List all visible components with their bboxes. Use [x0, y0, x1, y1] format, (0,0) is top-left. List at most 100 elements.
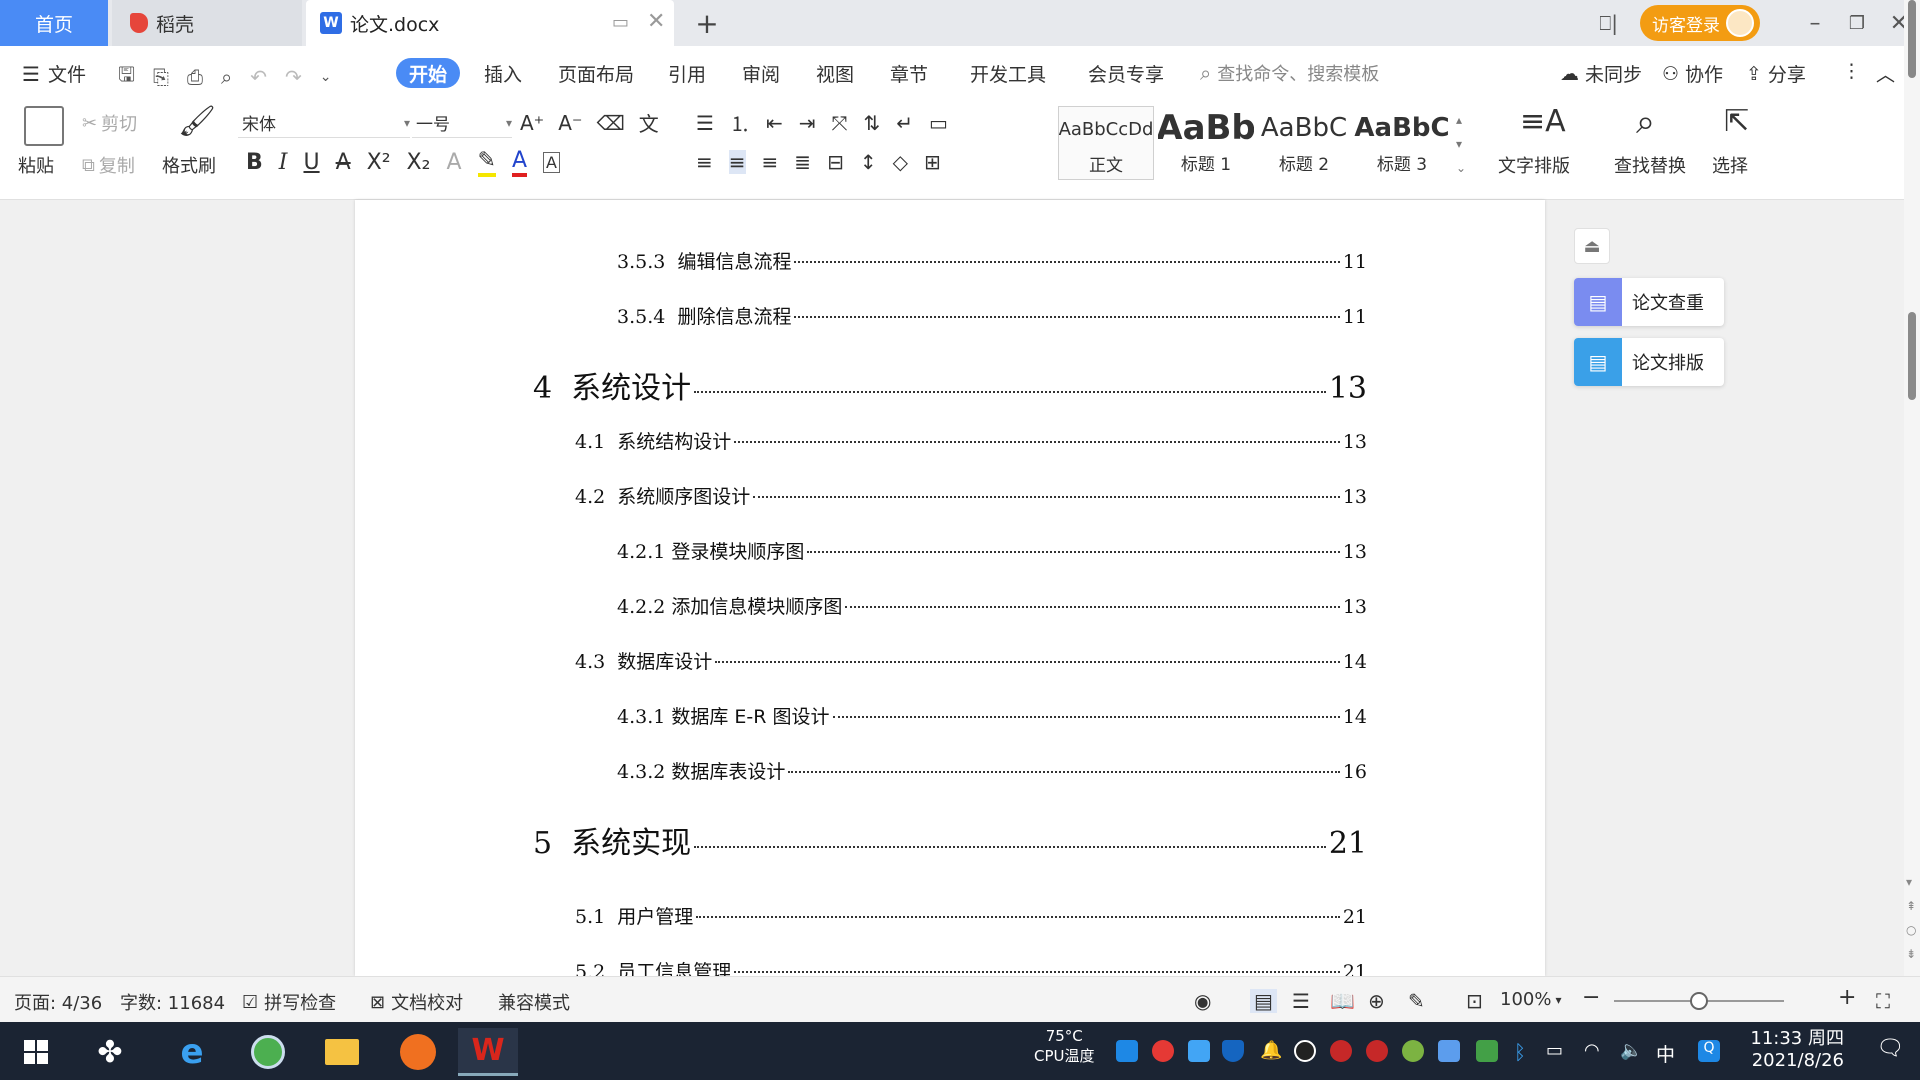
notification-icon[interactable]: 🗨 [1876, 1036, 1904, 1061]
superscript-icon[interactable]: X² [367, 150, 391, 175]
format-painter-button[interactable]: 格式刷 [162, 152, 216, 178]
tab-view[interactable]: 视图 [816, 60, 854, 87]
redo-icon[interactable]: ↷ [285, 65, 302, 89]
web-view-icon[interactable]: ⊕ [1368, 989, 1385, 1013]
clock[interactable]: 11:33 周四 2021/8/26 [1750, 1028, 1844, 1072]
style-normal[interactable]: AaBbCcDd 正文 [1058, 106, 1154, 180]
find-replace-button[interactable]: 查找替换 [1614, 152, 1686, 178]
toc-entry[interactable]: 5 系统实现 21 [533, 818, 1367, 862]
select-button[interactable]: 选择 [1712, 152, 1748, 178]
new-tab-button[interactable]: + [690, 6, 724, 40]
tab-developer[interactable]: 开发工具 [970, 60, 1046, 87]
align-center-icon[interactable]: ≡ [728, 150, 746, 174]
borders-icon[interactable]: ⊞ [924, 150, 941, 174]
eye-protect-icon[interactable]: ◉ [1194, 989, 1211, 1013]
font-family-select[interactable]: 宋体 ▾ [238, 108, 410, 138]
cut-button[interactable]: ✂ 剪切 [82, 110, 137, 136]
layout-icon[interactable]: ⎕| [1599, 11, 1618, 35]
fit-page-icon[interactable]: ⊡ [1466, 989, 1483, 1013]
increase-font-icon[interactable]: A⁺ [520, 111, 544, 135]
outline-view-icon[interactable]: ☰ [1292, 989, 1310, 1013]
align-left-icon[interactable]: ≡ [696, 150, 713, 174]
collapse-panel-icon[interactable]: ⏏ [1574, 228, 1610, 264]
sync-status[interactable]: ☁ 未同步 [1560, 60, 1642, 87]
fullscreen-icon[interactable]: ⛶ [1876, 989, 1890, 1013]
gallery-scroll[interactable]: ▴ ▾ ⌄ [1456, 108, 1466, 180]
battery-icon[interactable]: ▭ [1546, 1040, 1568, 1062]
volume-icon[interactable]: 🔈 [1620, 1040, 1642, 1062]
tray-app-icon[interactable] [1438, 1040, 1460, 1062]
tray-app-icon[interactable] [1188, 1040, 1210, 1062]
customize-chevron-icon[interactable]: ⌄ [320, 69, 332, 85]
undo-icon[interactable]: ↶ [250, 65, 267, 89]
cursor-icon[interactable]: ⇱ [1724, 104, 1749, 139]
toc-entry[interactable]: 4.2.2 添加信息模块顺序图 13 [617, 592, 1367, 619]
minimize-icon[interactable]: – [1794, 11, 1836, 36]
phonetic-icon[interactable]: 文 [639, 108, 659, 137]
show-marks-icon[interactable]: ↵ [896, 111, 913, 135]
justify-icon[interactable]: ≣ [794, 150, 811, 174]
zoom-slider[interactable] [1614, 992, 1784, 1010]
save-icon[interactable]: 🖫 [118, 60, 135, 94]
wps-taskbar-icon[interactable]: W [458, 1028, 518, 1076]
export-icon[interactable]: ⎘ [153, 65, 169, 89]
tray-app-icon[interactable] [1330, 1040, 1352, 1062]
clear-format-icon[interactable]: ⌫ [597, 111, 625, 135]
decrease-indent-icon[interactable]: ⇤ [766, 111, 783, 135]
file-menu[interactable]: ☰ 文件 [22, 60, 86, 87]
increase-indent-icon[interactable]: ⇥ [799, 111, 816, 135]
search-tray-icon[interactable]: Q [1698, 1040, 1720, 1062]
top-scroll-thumb[interactable] [1908, 0, 1916, 78]
zoom-select[interactable]: 100% ▾ [1500, 989, 1562, 1010]
bold-icon[interactable]: B [246, 150, 263, 175]
tab-home-ribbon[interactable]: 开始 [396, 58, 460, 88]
toc-entry[interactable]: 3.5.3 编辑信息流程 11 [617, 247, 1367, 274]
write-view-icon[interactable]: ✎ [1408, 989, 1425, 1013]
text-effect-icon[interactable]: A [446, 150, 461, 175]
collaborate-button[interactable]: ⚇ 协作 [1662, 60, 1723, 87]
tray-app-icon[interactable] [1152, 1040, 1174, 1062]
underline-icon[interactable]: U [303, 150, 319, 175]
paste-button[interactable]: 粘贴 [18, 152, 54, 178]
shading-icon[interactable]: ◇ [893, 150, 908, 174]
tab-member[interactable]: 会员专享 [1088, 60, 1164, 87]
chinese-layout-icon[interactable]: ⤧ [831, 111, 847, 135]
scroll-thumb[interactable] [1908, 312, 1916, 400]
subscript-icon[interactable]: X₂ [407, 150, 431, 175]
tab-references[interactable]: 引用 [668, 60, 706, 87]
shield-icon[interactable] [1222, 1040, 1244, 1062]
toc-entry[interactable]: 4.3.1 数据库 E-R 图设计 14 [617, 702, 1367, 729]
more-icon[interactable]: ⋮ [1842, 60, 1861, 82]
style-heading-3[interactable]: AaBbC 标题 3 [1354, 106, 1450, 180]
browser-360-icon[interactable] [238, 1028, 298, 1076]
toc-entry[interactable]: 3.5.4 删除信息流程 11 [617, 302, 1367, 329]
ie-browser-icon[interactable]: e [162, 1028, 222, 1076]
toc-entry[interactable]: 4.3 数据库设计 14 [575, 647, 1367, 674]
text-layout-button[interactable]: 文字排版 [1498, 152, 1570, 178]
qq-icon[interactable] [1294, 1040, 1316, 1062]
monitor-icon[interactable]: ▭ [612, 12, 629, 34]
toc-entry[interactable]: 4.3.2 数据库表设计 16 [617, 757, 1367, 784]
paintbrush-icon[interactable]: 🖌 [178, 104, 216, 139]
print-preview-icon[interactable]: ⌕ [221, 65, 232, 89]
style-heading-2[interactable]: AaBbC 标题 2 [1256, 106, 1352, 180]
tab-page-layout[interactable]: 页面布局 [558, 60, 634, 87]
share-button[interactable]: ⇪ 分享 [1746, 60, 1806, 87]
word-count[interactable]: 字数: 11684 [120, 989, 225, 1015]
tab-insert[interactable]: 插入 [484, 60, 522, 87]
align-right-icon[interactable]: ≡ [762, 150, 779, 174]
font-size-select[interactable]: 一号 ▾ [412, 108, 512, 138]
paste-icon[interactable] [24, 106, 64, 146]
game-app-icon[interactable] [388, 1028, 448, 1076]
close-tab-icon[interactable]: ✕ [647, 9, 665, 34]
document-page[interactable]: 3.5.3 编辑信息流程 11 3.5.4 删除信息流程 11 4 系统设计 13 4.1 … [355, 200, 1545, 983]
thesis-check-button[interactable]: ▤ 论文查重 [1574, 278, 1724, 326]
style-heading-1[interactable]: AaBb 标题 1 [1158, 106, 1254, 180]
tray-app-icon[interactable] [1402, 1040, 1424, 1062]
ruler-icon[interactable]: ▭ [929, 111, 948, 135]
tab-review[interactable]: 审阅 [742, 60, 780, 87]
nvidia-icon[interactable] [1476, 1040, 1498, 1062]
print-icon[interactable]: ⎙ [187, 65, 203, 89]
cpu-temp-widget[interactable]: 75°C CPU温度 [1034, 1026, 1095, 1066]
bluetooth-icon[interactable]: ᛒ [1514, 1040, 1536, 1064]
